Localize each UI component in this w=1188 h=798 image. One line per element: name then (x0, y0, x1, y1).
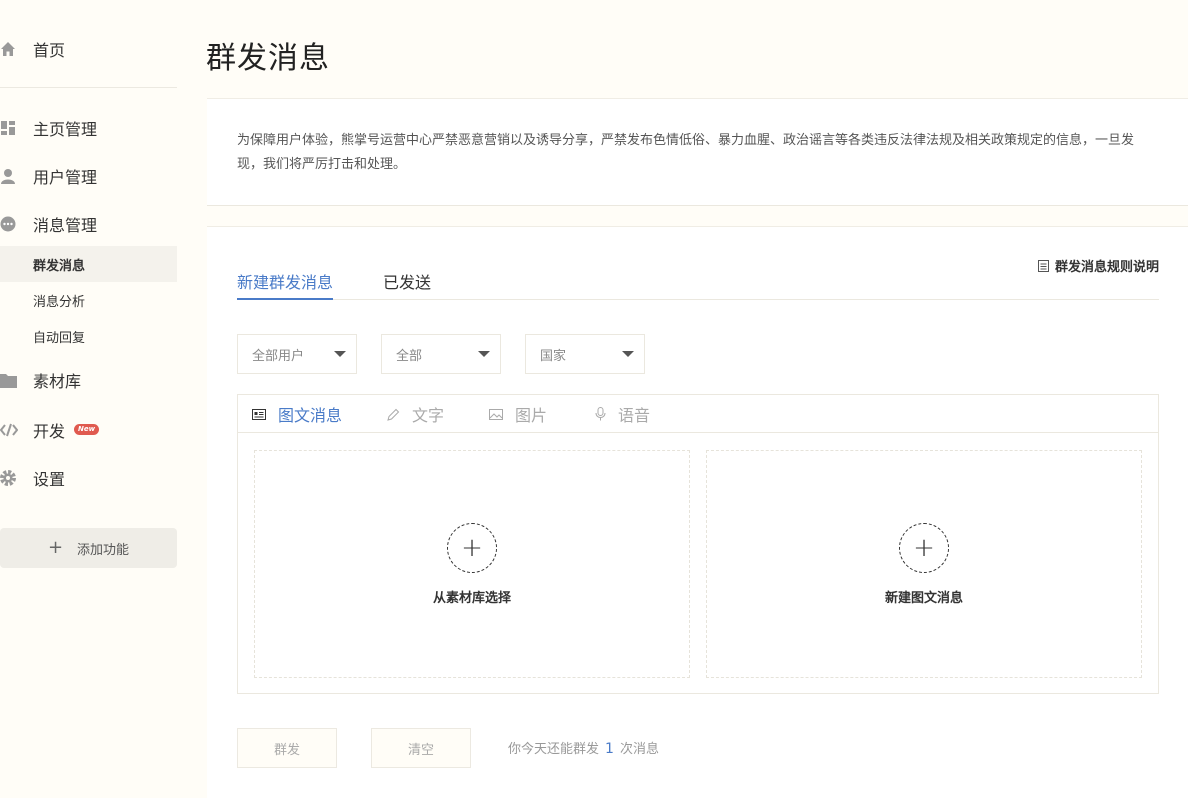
gender-value: 全部 (396, 348, 423, 364)
plus-icon: + (899, 522, 949, 573)
type-tab-voice[interactable]: 语音 (595, 395, 650, 433)
sidebar-subitem-label: 自动回复 (33, 330, 86, 346)
sidebar-item-label: 主页管理 (33, 120, 98, 139)
message-type-bar: 图文消息 文字 图片 语音 (238, 395, 1158, 433)
policy-notice-text: 为保障用户体验，熊掌号运营中心严禁恶意营销以及诱导分享，严禁发布色情低俗、暴力血… (237, 133, 1135, 172)
news-card-icon (252, 408, 266, 420)
policy-notice: 为保障用户体验，熊掌号运营中心严禁恶意营销以及诱导分享，严禁发布色情低俗、暴力血… (207, 98, 1188, 206)
sidebar-item-label: 用户管理 (33, 168, 98, 187)
sidebar-item-develop[interactable]: 开发 New (0, 410, 177, 450)
chevron-down-icon (334, 351, 346, 357)
document-icon (1037, 259, 1049, 272)
folder-icon (0, 371, 18, 389)
add-feature-button[interactable]: + 添加功能 (0, 528, 177, 568)
user-icon (0, 167, 18, 185)
sidebar-item-settings[interactable]: 设置 (0, 458, 177, 498)
sidebar-item-label: 消息管理 (33, 216, 98, 235)
rules-link-label: 群发消息规则说明 (1054, 260, 1159, 275)
chevron-down-icon (622, 351, 634, 357)
sidebar-item-message-management[interactable]: 消息管理 (0, 204, 177, 244)
sidebar-item-homepage-management[interactable]: 主页管理 (0, 108, 177, 148)
sidebar-subitem-label: 消息分析 (33, 294, 86, 310)
country-select[interactable]: 国家 (525, 334, 645, 374)
dashboard-icon (0, 119, 18, 137)
microphone-icon (595, 407, 606, 421)
sidebar-item-label: 素材库 (33, 372, 82, 391)
type-tab-label: 语音 (618, 406, 651, 425)
tab-new-mass-message[interactable]: 新建群发消息 (237, 269, 334, 300)
quota-prefix: 你今天还能群发 (508, 742, 600, 757)
sidebar-item-user-management[interactable]: 用户管理 (0, 156, 177, 196)
new-badge: New (74, 424, 100, 435)
sidebar-item-materials[interactable]: 素材库 (0, 360, 177, 400)
user-group-value: 全部用户 (252, 348, 305, 364)
sidebar-item-label: 设置 (33, 470, 66, 489)
code-icon (0, 421, 18, 439)
type-tab-label: 文字 (412, 406, 445, 425)
type-tab-label: 图文消息 (278, 406, 343, 425)
create-news-area[interactable]: + 新建图文消息 (706, 450, 1142, 678)
type-tab-news[interactable]: 图文消息 (252, 395, 342, 433)
chevron-down-icon (478, 351, 490, 357)
chat-bubble-icon (0, 215, 18, 233)
pencil-icon (387, 408, 400, 421)
add-feature-label: 添加功能 (77, 542, 130, 558)
select-from-library-label: 从素材库选择 (432, 590, 511, 606)
rules-link[interactable]: 群发消息规则说明 (1037, 256, 1159, 275)
clear-button[interactable]: 清空 (371, 728, 471, 768)
home-icon (0, 40, 18, 58)
select-from-library-area[interactable]: + 从素材库选择 (254, 450, 690, 678)
quota-suffix: 次消息 (619, 742, 659, 757)
sidebar-subitem-message-analysis[interactable]: 消息分析 (0, 282, 177, 318)
type-tab-text[interactable]: 文字 (387, 395, 444, 433)
user-group-select[interactable]: 全部用户 (237, 334, 357, 374)
message-editor: 图文消息 文字 图片 语音 + 从素材库选择 + 新建图文消息 (237, 394, 1159, 694)
tab-bar: 新建群发消息 已发送 群发消息规则说明 (237, 227, 1159, 300)
tab-sent[interactable]: 已发送 (383, 269, 431, 300)
image-icon (489, 408, 503, 420)
send-button[interactable]: 群发 (237, 728, 337, 768)
mass-message-panel: 新建群发消息 已发送 群发消息规则说明 全部用户 全部 国家 图文消息 文字 图… (207, 226, 1188, 798)
create-news-label: 新建图文消息 (884, 590, 963, 606)
sidebar-divider (0, 87, 177, 88)
type-tab-label: 图片 (515, 406, 548, 425)
sidebar-item-label: 开发 (33, 422, 66, 441)
sidebar: 首页 主页管理 用户管理 消息管理 群发消息 消息分析 自动回复 素材库 开发 … (0, 0, 177, 798)
sidebar-item-label: 首页 (33, 41, 66, 60)
plus-icon: + (47, 537, 64, 558)
gear-icon (0, 469, 18, 487)
plus-icon: + (447, 522, 497, 573)
gender-select[interactable]: 全部 (381, 334, 501, 374)
send-quota: 你今天还能群发 1 次消息 (508, 738, 659, 757)
sidebar-subitem-auto-reply[interactable]: 自动回复 (0, 318, 177, 354)
quota-count: 1 (605, 741, 614, 757)
page-title: 群发消息 (206, 41, 330, 76)
sidebar-subitem-label: 群发消息 (33, 258, 86, 274)
country-value: 国家 (540, 348, 567, 364)
sidebar-item-home[interactable]: 首页 (0, 29, 177, 69)
sidebar-subitem-mass-message[interactable]: 群发消息 (0, 246, 177, 282)
type-tab-image[interactable]: 图片 (489, 395, 547, 433)
